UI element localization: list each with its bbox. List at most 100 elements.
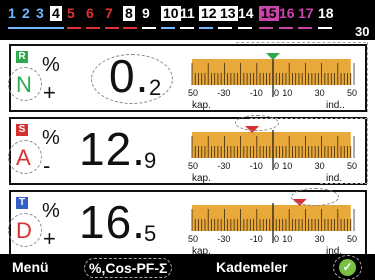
step-indicator-bar: [8, 27, 22, 29]
gauge-scale-label: -30: [217, 88, 230, 98]
step-indicator-bar: [105, 27, 119, 29]
step-12: 12: [199, 5, 219, 21]
phase-panel-r: R%+N0.2-50-30-100103050kap.ind..: [8, 44, 367, 112]
step-15: 15: [259, 5, 279, 21]
step-10: 10: [161, 5, 181, 21]
connector-line: [320, 183, 368, 184]
gauge-fill: [192, 132, 351, 158]
step-1: 1: [8, 5, 16, 21]
gauge-scale-label: -10: [250, 88, 263, 98]
display-mode-button[interactable]: %,Cos-PF-Σ: [84, 258, 173, 278]
step-5: 5: [67, 5, 75, 21]
connector-line: [250, 118, 368, 119]
gauge-scale-label: -10: [250, 234, 263, 244]
gauge-scale-label: 10: [282, 234, 292, 244]
gauge-marker: [266, 53, 280, 60]
gauge-scale-label: -50: [188, 234, 198, 244]
phase-tag: S: [16, 124, 28, 136]
capacitive-label: kap.: [192, 173, 211, 184]
gauge-scale-label: 30: [315, 88, 325, 98]
gauge-scale-label: 50: [347, 161, 357, 171]
value-integer: 12.: [79, 123, 146, 175]
gauge-scale-label: 10: [282, 161, 292, 171]
step-4: 4: [50, 5, 62, 21]
step-7: 7: [105, 5, 113, 21]
step-indicator-bar: [161, 27, 175, 29]
phase-tag: T: [16, 197, 28, 209]
softkey-bar: Menü %,Cos-PF-Σ Kademeler ✓: [0, 254, 375, 280]
gauge-fill: [192, 205, 351, 231]
step-indicator-bar: [318, 27, 332, 29]
value-integer: 16.: [79, 196, 146, 248]
gauge-scale-label: 0: [274, 88, 279, 98]
step-indicator-bar: [218, 27, 232, 29]
load-type-label: D: [16, 218, 32, 243]
gauge-fill: [192, 59, 351, 85]
value-highlight-ring: [91, 54, 173, 104]
step-indicator-bar: [199, 27, 213, 29]
connector-line: [367, 118, 368, 182]
phase-panel-t: T%+D16.5-50-30-100103050kap.ind.: [8, 188, 367, 258]
step-18: 18: [318, 5, 334, 21]
value-decimal: 5: [144, 221, 157, 246]
step-16: 16: [279, 5, 295, 21]
step-indicator-bar: [238, 27, 252, 29]
step-17: 17: [298, 5, 314, 21]
gauge-scale-label: -30: [217, 161, 230, 171]
deviation-gauge: -50-30-100103050kap.ind.: [188, 199, 357, 257]
step-11: 11: [180, 5, 195, 21]
unit-label: %: [42, 127, 60, 149]
step-13: 13: [218, 5, 238, 21]
step-indicator-bar: [180, 27, 194, 29]
gauge-scale-label: 30: [315, 161, 325, 171]
step-indicator-bar: [22, 27, 36, 29]
compensation-meter-screen: 12345678910111213141516171830 R%+N0.2-50…: [0, 0, 375, 280]
value-decimal: 9: [144, 148, 157, 173]
gauge-scale-label: 10: [282, 88, 292, 98]
gauge-scale-label: -30: [217, 234, 230, 244]
step-9: 9: [142, 5, 150, 21]
gauge-scale-label: 50: [347, 234, 357, 244]
unit-label: %: [42, 54, 60, 76]
sign-label: +: [43, 226, 56, 251]
deviation-gauge: -50-30-100103050kap.ind.: [188, 126, 357, 184]
sign-label: -: [43, 153, 51, 178]
step-indicator-bar: [50, 27, 64, 29]
step-indicator-bar: [259, 27, 273, 29]
step-indicator-bar: [123, 27, 137, 29]
step-indicator-bar: [279, 27, 293, 29]
inductive-label: ind..: [326, 100, 345, 111]
step-6: 6: [86, 5, 94, 21]
gauge-scale-label: 30: [315, 234, 325, 244]
step-indicator-bar: [67, 27, 81, 29]
marker-highlight-ring: [291, 188, 339, 206]
gauge-scale-label: 0: [274, 161, 279, 171]
connector-line: [236, 42, 366, 43]
total-steps: 30: [355, 24, 370, 39]
capacitive-label: kap.: [192, 100, 211, 111]
load-type-label: N: [16, 72, 32, 97]
step-indicator-bar: [142, 27, 156, 29]
phase-panel-s: S%-A12.9-50-30-100103050kap.ind.: [8, 115, 367, 185]
deviation-gauge: -50 -30 -10 010 30 50 kap. ind..: [188, 53, 357, 111]
unit-label: %: [42, 200, 60, 222]
step-indicator-bar: [86, 27, 100, 29]
step-3: 3: [36, 5, 44, 21]
step-8: 8: [123, 5, 135, 21]
check-icon[interactable]: ✓: [339, 259, 356, 276]
phase-tag: R: [16, 51, 28, 63]
menu-button[interactable]: Menü: [8, 258, 53, 276]
step-indicator-bar: [36, 27, 50, 29]
step-2: 2: [22, 5, 30, 21]
gauge-scale-label: -10: [250, 161, 263, 171]
step-14: 14: [238, 5, 254, 21]
sign-label: +: [43, 80, 56, 105]
gauge-scale-label: 50: [347, 88, 357, 98]
gauge-scale-label: 0: [274, 234, 279, 244]
gauge-scale-label: -50: [188, 161, 198, 171]
connector-line: [367, 42, 368, 112]
step-indicator-bar: [298, 27, 312, 29]
load-type-label: A: [16, 145, 31, 170]
steps-button[interactable]: Kademeler: [212, 258, 292, 276]
capacitor-step-bar: 1 2 3 4 5 6 7 8 9 10 11 12 13 14 15 16 17 18 30: [0, 0, 375, 40]
